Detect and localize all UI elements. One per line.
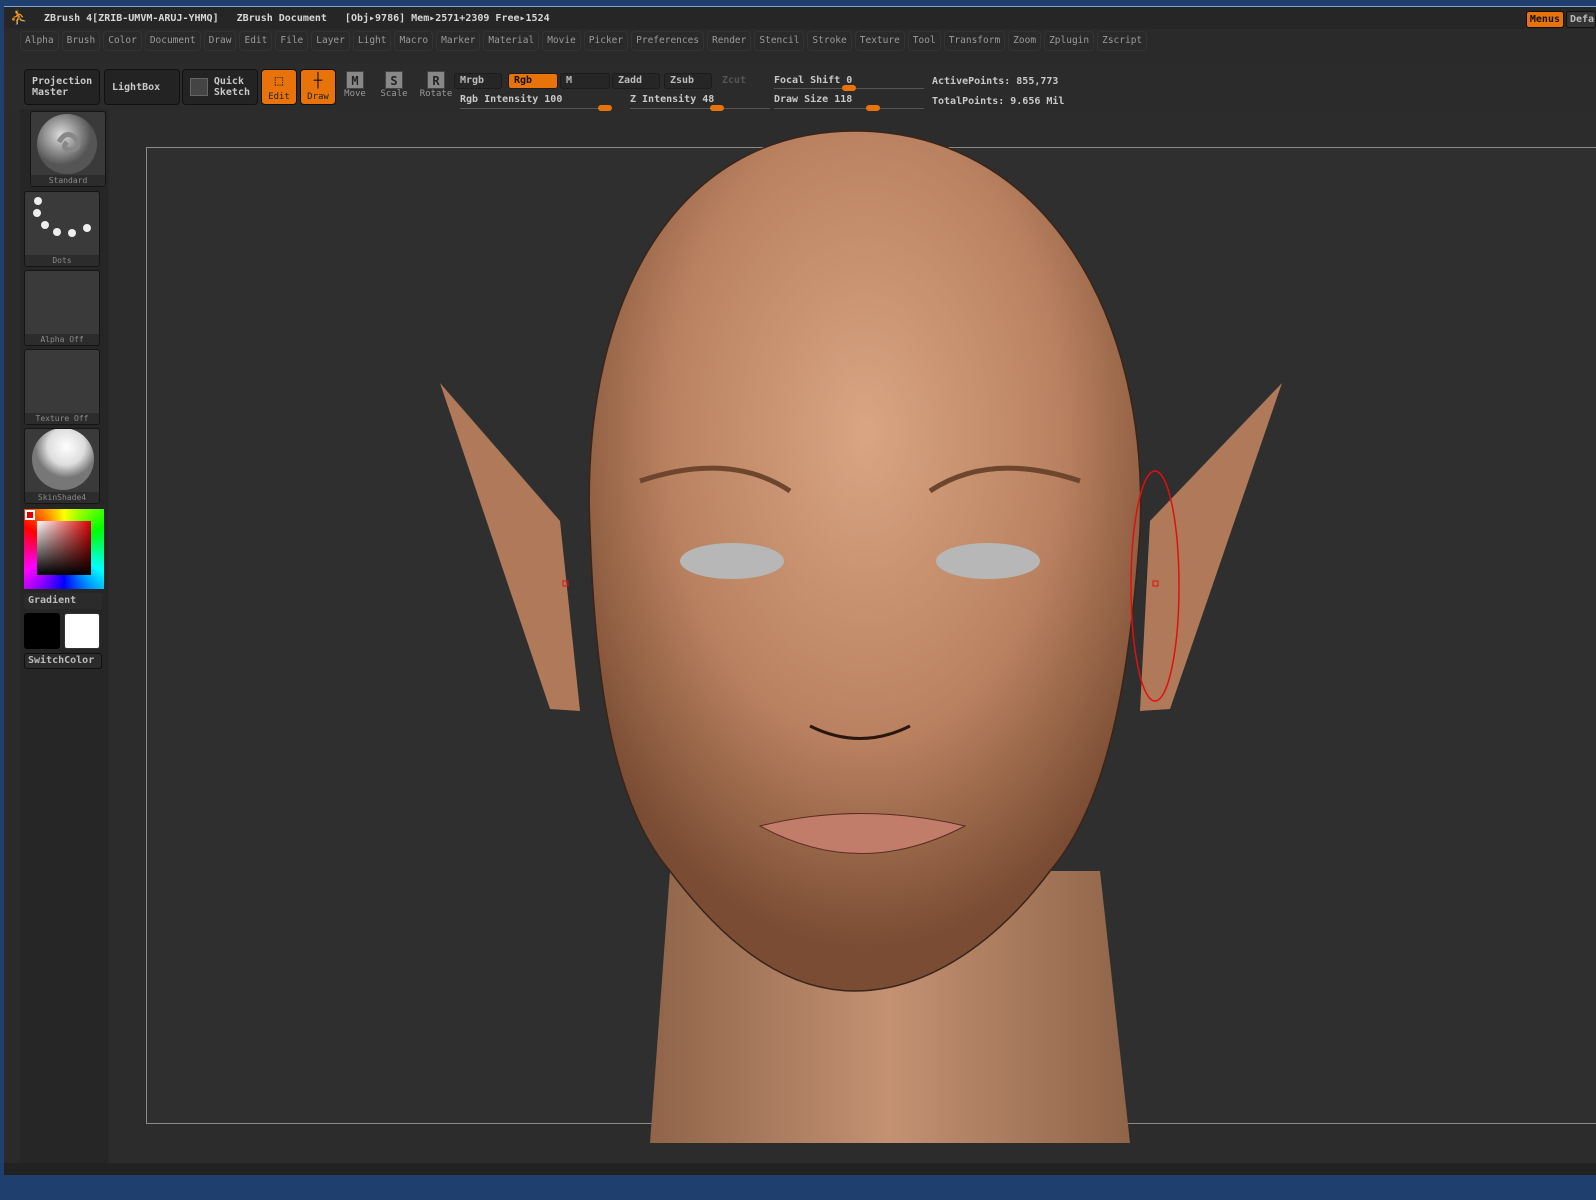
menu-bar: Alpha Brush Color Document Draw Edit File Layer… (20, 31, 1148, 51)
color-picker[interactable] (24, 509, 104, 589)
toolbar: Projection Master LightBox Quick Sketch ⬚… (4, 63, 1596, 113)
menu-zplugin[interactable]: Zplugin (1044, 31, 1095, 51)
menu-alpha[interactable]: Alpha (20, 31, 59, 51)
default-zscript-button[interactable]: DefaultZScript (1566, 11, 1596, 28)
main-color-swatch[interactable] (24, 613, 60, 649)
menu-edit[interactable]: Edit (239, 31, 273, 51)
menu-brush[interactable]: Brush (61, 31, 101, 51)
menu-picker[interactable]: Picker (583, 31, 629, 51)
menu-zoom[interactable]: Zoom (1008, 31, 1042, 51)
rgb-intensity-slider[interactable] (460, 105, 612, 111)
menus-toggle-button[interactable]: Menus (1525, 11, 1564, 28)
zbrush-logo-icon: ⛹ (10, 10, 28, 26)
quick-sketch-icon (190, 78, 208, 96)
texture-label: Texture Off (25, 413, 99, 424)
rgb-button[interactable]: Rgb (508, 73, 558, 89)
menu-draw[interactable]: Draw (203, 31, 237, 51)
rgb-intensity-label: Rgb Intensity 100 (460, 94, 563, 105)
quick-sketch-button[interactable]: Quick Sketch (182, 69, 258, 105)
zcut-button[interactable]: Zcut (716, 73, 764, 89)
menu-zscript[interactable]: Zscript (1097, 31, 1148, 51)
title-bar: ⛹ ZBrush 4[ZRIB-UMVM-ARUJ-YHMQ] ZBrush D… (4, 7, 1596, 29)
menu-stroke[interactable]: Stroke (807, 31, 852, 51)
draw-icon: ┼ (313, 73, 323, 89)
z-intensity-slider[interactable] (630, 105, 770, 111)
rotate-label: Rotate (419, 89, 453, 99)
lightbox-button[interactable]: LightBox (104, 69, 180, 105)
switch-color-button[interactable]: SwitchColor (24, 653, 102, 669)
draw-button[interactable]: ┼ Draw (300, 69, 336, 105)
move-button[interactable]: M Move (337, 71, 373, 105)
zadd-button[interactable]: Zadd (612, 73, 660, 89)
canvas-area[interactable] (110, 111, 1596, 1163)
edit-button[interactable]: ⬚ Edit (261, 69, 297, 105)
scale-icon: S (385, 71, 403, 89)
draw-size-label: Draw Size 118 (774, 94, 853, 105)
scale-button[interactable]: S Scale (376, 71, 412, 105)
brush-label: Standard (31, 175, 105, 186)
brush-picker[interactable]: Standard (30, 111, 106, 187)
bottom-tray-handle[interactable] (4, 1163, 1596, 1175)
projection-master-button[interactable]: Projection Master (24, 69, 100, 105)
projection-master-label: Projection (32, 76, 93, 87)
menu-render[interactable]: Render (707, 31, 752, 51)
menu-layer[interactable]: Layer (311, 31, 350, 51)
edit-label: Edit (268, 92, 290, 102)
scale-label: Scale (380, 89, 408, 99)
projection-master-label-2: Master (32, 87, 69, 98)
draw-size-slider[interactable] (774, 105, 924, 111)
menu-document[interactable]: Document (144, 31, 201, 51)
m-button[interactable]: M (560, 73, 610, 89)
secondary-color-swatch[interactable] (64, 613, 100, 649)
main-color-indicator (25, 510, 35, 520)
total-points: TotalPoints: 9.656 Mil (932, 96, 1065, 107)
menu-stencil[interactable]: Stencil (754, 31, 805, 51)
zbrush-window: ⛹ ZBrush 4[ZRIB-UMVM-ARUJ-YHMQ] ZBrush D… (4, 6, 1596, 1175)
material-sphere-icon (32, 429, 94, 490)
menu-movie[interactable]: Movie (542, 31, 581, 51)
z-intensity-label: Z Intensity 48 (630, 94, 715, 105)
focal-shift-slider[interactable] (774, 85, 924, 91)
menu-file[interactable]: File (275, 31, 309, 51)
gradient-button[interactable]: Gradient (24, 593, 102, 609)
app-title: ZBrush 4[ZRIB-UMVM-ARUJ-YHMQ] (44, 12, 219, 24)
alpha-label: Alpha Off (25, 334, 99, 345)
standard-brush-icon (37, 114, 97, 174)
memory-stats: [Obj▸9786] Mem▸2571+2309 Free▸1524 (344, 12, 550, 24)
texture-picker[interactable]: Texture Off (24, 349, 100, 425)
menu-marker[interactable]: Marker (436, 31, 481, 51)
stroke-picker[interactable]: Dots (24, 191, 100, 267)
stroke-label: Dots (25, 255, 99, 266)
active-points: ActivePoints: 855,773 (932, 76, 1059, 87)
left-shelf: Standard Dots Alpha Off Texture Off Skin… (20, 109, 108, 1169)
document-title: ZBrush Document (236, 12, 327, 24)
edit-icon: ⬚ (274, 73, 284, 89)
menu-color[interactable]: Color (103, 31, 142, 51)
head-model[interactable] (110, 111, 1596, 1163)
slider-knob[interactable] (842, 85, 856, 91)
dots-stroke-icon (33, 197, 91, 237)
zsub-button[interactable]: Zsub (664, 73, 712, 89)
alpha-picker[interactable]: Alpha Off (24, 270, 100, 346)
menu-preferences[interactable]: Preferences (631, 31, 705, 51)
focal-shift-label: Focal Shift 0 (774, 75, 853, 86)
quick-sketch-label-2: Sketch (213, 87, 250, 98)
menu-tool[interactable]: Tool (907, 31, 941, 51)
draw-label: Draw (307, 92, 329, 102)
move-icon: M (346, 71, 364, 89)
menu-light[interactable]: Light (352, 31, 392, 51)
menu-transform[interactable]: Transform (943, 31, 1006, 51)
rotate-icon: R (427, 71, 445, 89)
menu-texture[interactable]: Texture (854, 31, 905, 51)
mrgb-button[interactable]: Mrgb (454, 73, 502, 89)
material-label: SkinShade4 (25, 492, 99, 503)
material-picker[interactable]: SkinShade4 (24, 428, 100, 504)
rotate-button[interactable]: R Rotate (418, 71, 454, 105)
menu-material[interactable]: Material (483, 31, 540, 51)
quick-sketch-label: Quick (213, 76, 244, 87)
move-label: Move (344, 89, 366, 99)
menu-macro[interactable]: Macro (394, 31, 434, 51)
